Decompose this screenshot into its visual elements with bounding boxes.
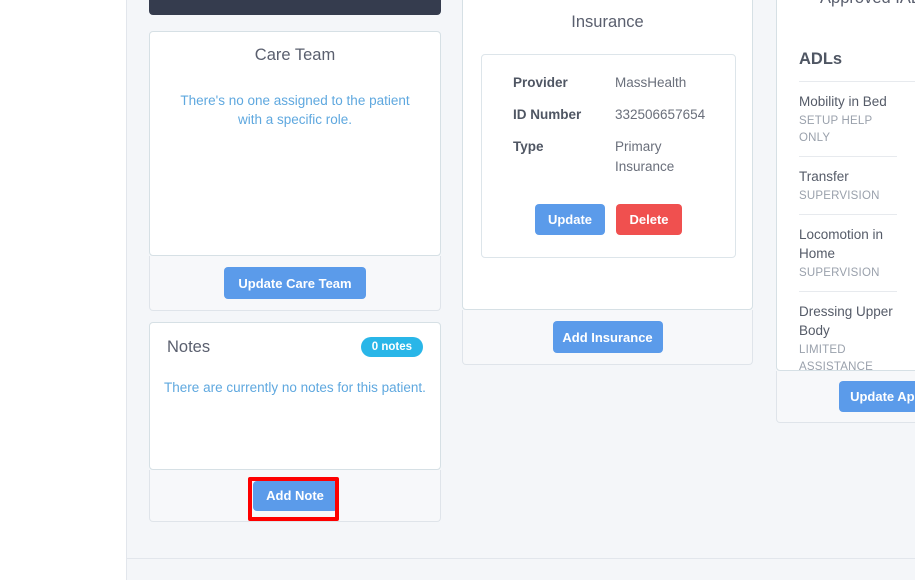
approved-services-card: Approved IADL ADLs Mobility in Bed SETUP…	[776, 0, 915, 373]
adl-item-level: SUPERVISION	[799, 267, 880, 279]
insurance-field-key: Type	[513, 139, 544, 154]
adl-list: Mobility in Bed SETUP HELP ONLY Transfer…	[799, 81, 915, 385]
app-screen: Care Team There's no one assigned to the…	[0, 0, 915, 580]
insurance-field-row: ID Number 332506657654	[513, 105, 735, 125]
approved-services-footer: Update Approved	[776, 371, 915, 423]
delete-insurance-button[interactable]: Delete	[616, 204, 682, 235]
insurance-field-key: Provider	[513, 75, 568, 90]
notes-footer: Add Note	[149, 470, 441, 522]
notes-count-badge: 0 notes	[360, 337, 423, 357]
insurance-field-list: Provider MassHealth ID Number 3325066576…	[482, 55, 735, 177]
adl-item-name: Dressing Upper Body	[799, 304, 893, 338]
care-team-card: Care Team There's no one assigned to the…	[149, 31, 441, 256]
update-care-team-button[interactable]: Update Care Team	[224, 267, 366, 299]
add-insurance-button[interactable]: Add Insurance	[552, 321, 663, 353]
adl-item-name: Transfer	[799, 169, 849, 184]
insurance-footer: Add Insurance	[462, 310, 753, 365]
insurance-field-row: Type Primary Insurance	[513, 137, 735, 177]
update-approved-button[interactable]: Update Approved	[839, 381, 915, 412]
care-team-empty-message: There's no one assigned to the patient w…	[180, 93, 410, 127]
update-insurance-button[interactable]: Update	[535, 204, 605, 235]
adl-list-item: Transfer SUPERVISION	[799, 157, 897, 215]
patient-summary-card-footer	[149, 0, 441, 15]
page-bottom-area	[126, 558, 915, 580]
adl-list-item: Mobility in Bed SETUP HELP ONLY	[799, 82, 897, 157]
insurance-title: Insurance	[571, 13, 644, 31]
insurance-entry-actions: Update Delete	[482, 204, 735, 235]
insurance-entry: Provider MassHealth ID Number 3325066576…	[481, 54, 736, 258]
care-team-footer: Update Care Team	[149, 256, 441, 311]
add-note-button[interactable]: Add Note	[252, 480, 338, 511]
adl-item-level: SUPERVISION	[799, 190, 880, 202]
insurance-field-value: Primary Insurance	[615, 139, 675, 174]
adl-item-level: SETUP HELP ONLY	[799, 115, 873, 144]
adls-heading: ADLs	[799, 50, 843, 68]
notes-card: Notes 0 notes There are currently no not…	[149, 322, 441, 470]
notes-header: Notes 0 notes	[150, 323, 440, 357]
insurance-field-key: ID Number	[513, 107, 582, 122]
insurance-field-value: 332506657654	[615, 107, 706, 122]
notes-title: Notes	[167, 337, 211, 356]
adl-item-name: Mobility in Bed	[799, 94, 887, 109]
insurance-field-value: MassHealth	[615, 75, 687, 90]
care-team-title: Care Team	[254, 46, 336, 64]
insurance-field-row: Provider MassHealth	[513, 73, 735, 93]
insurance-card: Insurance Provider MassHealth ID Number …	[462, 0, 753, 310]
notes-empty-message: There are currently no notes for this pa…	[164, 380, 426, 395]
adl-item-name: Locomotion in Home	[799, 227, 884, 261]
adl-list-item: Locomotion in Home SUPERVISION	[799, 215, 897, 292]
approved-iadl-title: Approved IADL	[777, 0, 915, 8]
